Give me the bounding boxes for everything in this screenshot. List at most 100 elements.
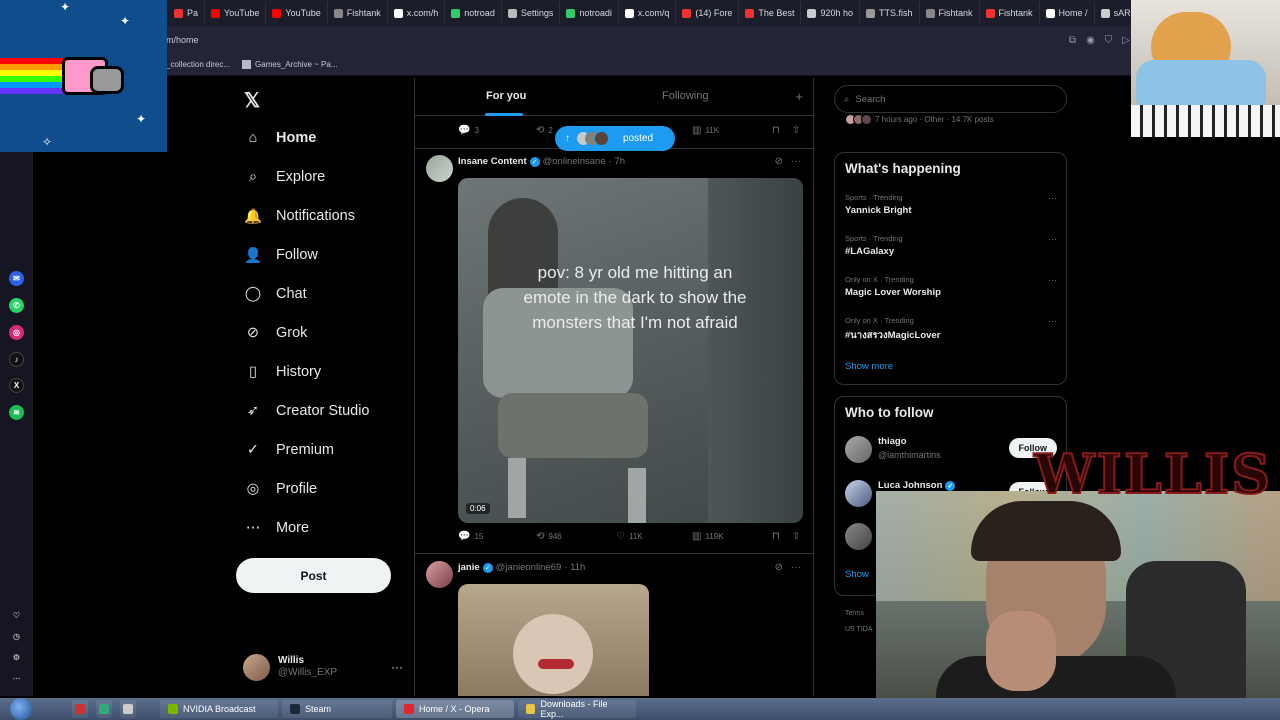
share-button[interactable]: ⇧ bbox=[792, 125, 800, 136]
trend-item[interactable]: Sports · Trending #LAGalaxy ··· bbox=[845, 234, 1057, 257]
nav-item-chat[interactable]: ◯ Chat bbox=[244, 281, 307, 307]
tab-for-you[interactable]: For you bbox=[486, 90, 526, 102]
nav-item-history[interactable]: ▯ History bbox=[244, 359, 321, 385]
reply-button[interactable]: 💬 15 bbox=[458, 531, 483, 542]
views-button[interactable]: ▥ 119K bbox=[692, 531, 724, 542]
taskbar-task[interactable]: Steam bbox=[282, 700, 392, 718]
browser-tab[interactable]: Fishtank bbox=[328, 2, 388, 24]
nav-item-premium[interactable]: ✓ Premium bbox=[244, 437, 334, 463]
more-horizontal-icon[interactable]: ··· bbox=[1048, 234, 1057, 244]
footer-link[interactable]: US TIDA bbox=[845, 622, 873, 638]
views-button[interactable]: ▥ 11K bbox=[692, 125, 719, 136]
browser-tab[interactable]: notroadi bbox=[560, 2, 619, 24]
history-icon[interactable]: ◷ bbox=[9, 629, 24, 644]
browser-tab[interactable]: Fishtank bbox=[920, 2, 980, 24]
grok-icon[interactable]: ⊘ bbox=[775, 156, 783, 167]
bookmark-item[interactable]: Games_Archive ~ Pa... bbox=[242, 60, 338, 69]
quick-launch-icon[interactable] bbox=[96, 700, 112, 718]
shield-icon[interactable]: ⛉ bbox=[1105, 35, 1113, 46]
search-input[interactable]: ⌕ Search bbox=[834, 85, 1067, 113]
whatsapp-icon[interactable]: ✆ bbox=[9, 298, 24, 313]
more-horizontal-icon[interactable]: ··· bbox=[1048, 193, 1057, 203]
quick-launch-icon[interactable] bbox=[72, 700, 88, 718]
nav-item-more[interactable]: ⋯ More bbox=[244, 515, 309, 541]
more-horizontal-icon[interactable]: ··· bbox=[791, 156, 801, 167]
browser-tab[interactable]: Settings bbox=[502, 2, 561, 24]
tweet-time[interactable]: · 7h bbox=[609, 156, 625, 167]
repost-button[interactable]: ⟲ 2 bbox=[536, 125, 553, 136]
bookmark-item[interactable]: _collection direc... bbox=[166, 60, 230, 69]
account-switcher[interactable]: Willis @Willis_EXP ··· bbox=[243, 652, 403, 682]
taskbar-task[interactable]: Home / X - Opera bbox=[396, 700, 514, 718]
tweet-time[interactable]: · 11h bbox=[564, 562, 585, 573]
author-name[interactable]: janie bbox=[458, 562, 480, 573]
x-logo-icon[interactable]: 𝕏 bbox=[244, 88, 260, 113]
browser-tab[interactable]: Home / bbox=[1040, 2, 1095, 24]
heart-icon[interactable]: ♡ bbox=[9, 608, 24, 623]
add-tab-icon[interactable]: + bbox=[795, 89, 803, 104]
browser-tab[interactable]: x.com/q bbox=[619, 2, 677, 24]
show-more-link[interactable]: Show more bbox=[845, 361, 893, 372]
more-horizontal-icon[interactable]: ··· bbox=[1048, 275, 1057, 285]
address-text[interactable]: m/home bbox=[166, 35, 199, 45]
browser-tab[interactable]: 920h ho bbox=[801, 2, 860, 24]
trend-item[interactable]: Sports · Trending Yannick Bright ··· bbox=[845, 193, 1057, 216]
play-icon[interactable]: ▷ bbox=[1122, 35, 1130, 46]
address-bar[interactable]: m/home ⧉ ◉ ⛉ ▷ bbox=[0, 26, 1280, 54]
bookmark-button[interactable]: ⊓ bbox=[772, 531, 780, 542]
more-horizontal-icon[interactable]: ··· bbox=[391, 660, 403, 674]
avatar[interactable] bbox=[426, 561, 453, 588]
camera-icon[interactable]: ◉ bbox=[1086, 35, 1095, 46]
avatar[interactable] bbox=[426, 155, 453, 182]
nav-item-profile[interactable]: ◎ Profile bbox=[244, 476, 317, 502]
terms-link[interactable]: Terms bbox=[845, 606, 873, 622]
tweet-video[interactable]: pov: 8 yr old me hitting an emote in the… bbox=[458, 178, 803, 523]
more-horizontal-icon[interactable]: ··· bbox=[1048, 316, 1057, 326]
x-icon[interactable]: X bbox=[9, 378, 24, 393]
nav-item-creator-studio[interactable]: ➶ Creator Studio bbox=[244, 398, 370, 424]
tab-following[interactable]: Following bbox=[662, 90, 708, 102]
nav-item-explore[interactable]: ⌕ Explore bbox=[244, 164, 325, 190]
nav-item-follow[interactable]: 👤 Follow bbox=[244, 242, 318, 268]
trend-item[interactable]: Only on X · Trending Magic Lover Worship ·… bbox=[845, 275, 1057, 298]
tiktok-icon[interactable]: ♪ bbox=[9, 352, 24, 367]
browser-tab[interactable]: Pa bbox=[168, 2, 206, 24]
browser-tab[interactable]: notroad bbox=[445, 2, 502, 24]
more-horizontal-icon[interactable]: ··· bbox=[791, 562, 801, 573]
instagram-icon[interactable]: ◎ bbox=[9, 325, 24, 340]
bookmark-button[interactable]: ⊓ bbox=[772, 125, 780, 136]
follow-suggestion[interactable]: thiago @iamthimartins Follow bbox=[845, 434, 1057, 464]
share-button[interactable]: ⇧ bbox=[792, 531, 800, 542]
taskbar-task[interactable]: Downloads - File Exp... bbox=[518, 699, 636, 719]
browser-tab[interactable]: The Best bbox=[739, 2, 802, 24]
like-button[interactable]: ♡ 11K bbox=[616, 531, 643, 542]
nav-item-grok[interactable]: ⊘ Grok bbox=[244, 320, 308, 346]
messenger-icon[interactable]: ✉ bbox=[9, 271, 24, 286]
browser-tab[interactable]: x.com/h bbox=[388, 2, 446, 24]
more-icon[interactable]: ⋯ bbox=[9, 671, 24, 686]
author-handle[interactable]: @onlineinsane bbox=[543, 156, 606, 167]
show-more-link[interactable]: Show bbox=[845, 569, 869, 580]
browser-tab[interactable]: (14) Fore bbox=[676, 2, 740, 24]
quick-launch-icon[interactable] bbox=[120, 700, 136, 718]
repost-button[interactable]: ⟲ 946 bbox=[536, 531, 562, 542]
browser-tab[interactable]: Fishtank bbox=[980, 2, 1040, 24]
browser-tab[interactable]: YouTube bbox=[205, 2, 267, 24]
nav-item-notifications[interactable]: 🔔 Notifications bbox=[244, 203, 355, 229]
author-name[interactable]: Insane Content bbox=[458, 156, 527, 167]
settings-icon[interactable]: ⚙ bbox=[9, 650, 24, 665]
new-posts-pill[interactable]: ↑ posted bbox=[555, 126, 675, 151]
taskbar-task[interactable]: NVIDIA Broadcast bbox=[160, 700, 278, 718]
author-handle[interactable]: @janieonline69 bbox=[496, 562, 562, 573]
reply-button[interactable]: 💬 3 bbox=[458, 125, 479, 136]
nav-item-home[interactable]: ⌂ Home bbox=[244, 125, 317, 151]
grok-icon[interactable]: ⊘ bbox=[775, 562, 783, 573]
spotify-icon[interactable]: ≋ bbox=[9, 405, 24, 420]
start-button-icon[interactable] bbox=[10, 698, 32, 720]
browser-tab[interactable]: YouTube bbox=[266, 2, 328, 24]
trend-item[interactable]: Only on X · Trending #นางสรวงMagicLover ··… bbox=[845, 316, 1057, 343]
share-icon[interactable]: ⧉ bbox=[1069, 35, 1076, 46]
browser-tab[interactable]: TTS.fish bbox=[860, 2, 920, 24]
post-button[interactable]: Post bbox=[236, 558, 391, 593]
tweet-image[interactable] bbox=[458, 584, 649, 696]
